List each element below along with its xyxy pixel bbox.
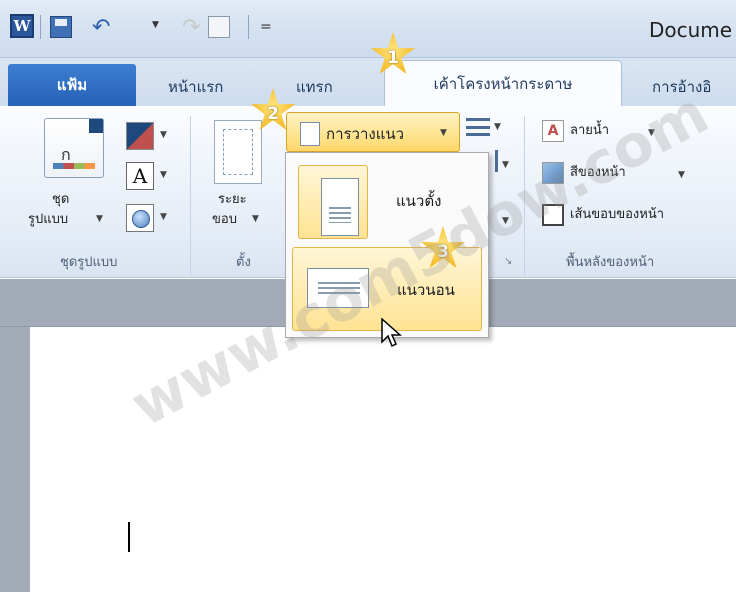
- themes-label-line1[interactable]: ชุด: [52, 192, 69, 208]
- orientation-label: การวางแนว: [326, 125, 405, 143]
- group-separator: [190, 116, 191, 276]
- callout-number-2: 2: [267, 104, 279, 124]
- window-title: Docume: [649, 18, 733, 42]
- colors-dropdown-icon[interactable]: ▼: [160, 130, 167, 140]
- qat-separator: [248, 15, 249, 39]
- themes-icon[interactable]: ก: [44, 118, 104, 178]
- line-numbers-icon[interactable]: [488, 150, 498, 172]
- margins-label-line1[interactable]: ระยะ: [218, 192, 247, 208]
- page-gutter: [0, 327, 30, 592]
- callout-number-1: 1: [387, 48, 399, 68]
- page-setup-dialog-launcher-icon[interactable]: ↘: [504, 256, 518, 270]
- mouse-pointer-icon: [381, 318, 402, 348]
- ribbon-tabs: แฟ้ม หน้าแรก แทรก เค้าโครงหน้ากระดาษ การ…: [0, 58, 736, 107]
- effects-dropdown-icon[interactable]: ▼: [160, 212, 167, 222]
- portrait-icon-frame: [298, 165, 368, 239]
- watermark-icon[interactable]: A: [542, 120, 564, 142]
- tab-file[interactable]: แฟ้ม: [8, 64, 136, 106]
- tab-insert[interactable]: แทรก: [296, 68, 333, 106]
- save-icon[interactable]: [50, 16, 72, 38]
- columns-icon[interactable]: [466, 118, 490, 140]
- portrait-label: แนวตั้ง: [396, 192, 442, 210]
- orientation-dropdown-icon: ▼: [440, 128, 447, 138]
- columns-dropdown-icon[interactable]: ▼: [494, 122, 501, 132]
- theme-fonts-icon[interactable]: A: [126, 162, 154, 190]
- word-app-icon[interactable]: W: [10, 14, 34, 38]
- page-color-dropdown-icon[interactable]: ▼: [678, 170, 685, 180]
- undo-icon[interactable]: ↶: [92, 15, 110, 40]
- margins-dropdown-icon[interactable]: ▼: [252, 214, 259, 224]
- themes-label-line2[interactable]: รูปแบบ: [28, 212, 68, 228]
- themes-dropdown-icon[interactable]: ▼: [96, 214, 103, 224]
- tab-home[interactable]: หน้าแรก: [168, 68, 223, 106]
- group-label-themes: ชุดรูปแบบ: [60, 255, 118, 270]
- customize-qat-button[interactable]: =: [260, 16, 272, 38]
- qat-separator: [40, 15, 41, 39]
- orientation-icon: [300, 122, 320, 146]
- print-preview-icon[interactable]: [208, 16, 230, 38]
- theme-colors-icon[interactable]: [126, 122, 154, 150]
- tab-page-layout[interactable]: เค้าโครงหน้ากระดาษ: [384, 60, 622, 107]
- line-numbers-dropdown-icon[interactable]: ▼: [502, 160, 509, 170]
- margins-label-line2[interactable]: ขอบ: [212, 212, 237, 228]
- theme-effects-icon[interactable]: [126, 204, 154, 232]
- title-bar: W ↶ ▼ ↷ = Docume: [0, 0, 736, 58]
- redo-icon[interactable]: ↷: [182, 15, 200, 40]
- undo-dropdown-icon[interactable]: ▼: [152, 20, 159, 30]
- text-caret: [128, 522, 130, 552]
- portrait-icon: [321, 178, 359, 236]
- fonts-dropdown-icon[interactable]: ▼: [160, 170, 167, 180]
- group-label-page-background: พื้นหลังของหน้า: [566, 255, 655, 270]
- group-label-page-setup: ตั้ง: [236, 255, 251, 270]
- document-page[interactable]: [30, 327, 736, 592]
